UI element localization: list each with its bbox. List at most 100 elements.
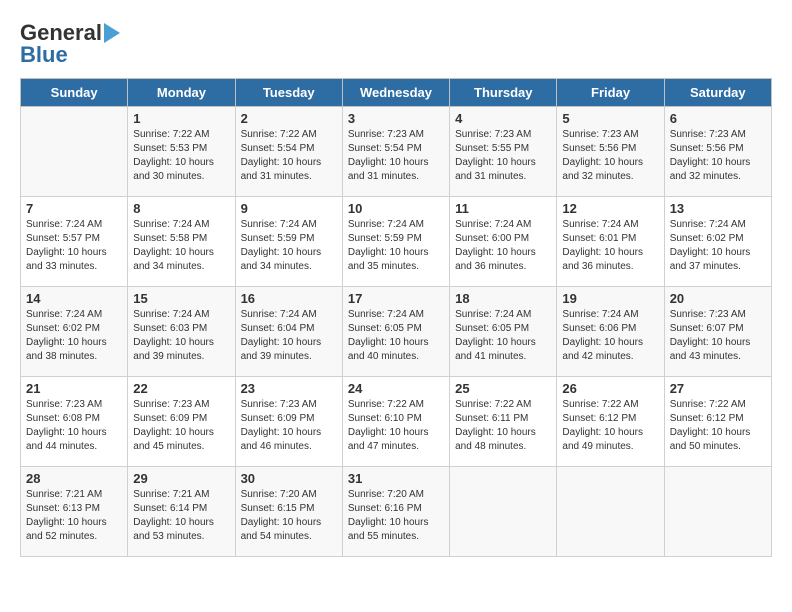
calendar-cell: 6 Sunrise: 7:23 AM Sunset: 5:56 PM Daylig… [664,107,771,197]
day-info: Sunrise: 7:24 AM Sunset: 6:05 PM Dayligh… [455,308,551,364]
day-info: Sunrise: 7:24 AM Sunset: 6:03 PM Dayligh… [133,308,229,364]
day-info: Sunrise: 7:24 AM Sunset: 5:57 PM Dayligh… [26,218,122,274]
day-info: Sunrise: 7:24 AM Sunset: 6:02 PM Dayligh… [26,308,122,364]
day-info: Sunrise: 7:23 AM Sunset: 5:54 PM Dayligh… [348,128,444,184]
week-row-1: 1 Sunrise: 7:22 AM Sunset: 5:53 PM Daylig… [21,107,772,197]
day-info: Sunrise: 7:20 AM Sunset: 6:16 PM Dayligh… [348,488,444,544]
calendar-cell: 21 Sunrise: 7:23 AM Sunset: 6:08 PM Dayli… [21,377,128,467]
day-number: 16 [241,291,337,306]
day-number: 6 [670,111,766,126]
day-number: 23 [241,381,337,396]
day-number: 4 [455,111,551,126]
day-info: Sunrise: 7:22 AM Sunset: 5:53 PM Dayligh… [133,128,229,184]
week-row-3: 14 Sunrise: 7:24 AM Sunset: 6:02 PM Dayli… [21,287,772,377]
day-number: 31 [348,471,444,486]
calendar-cell: 31 Sunrise: 7:20 AM Sunset: 6:16 PM Dayli… [342,467,449,557]
day-info: Sunrise: 7:24 AM Sunset: 6:00 PM Dayligh… [455,218,551,274]
day-info: Sunrise: 7:21 AM Sunset: 6:13 PM Dayligh… [26,488,122,544]
week-row-4: 21 Sunrise: 7:23 AM Sunset: 6:08 PM Dayli… [21,377,772,467]
day-number: 26 [562,381,658,396]
calendar-cell: 2 Sunrise: 7:22 AM Sunset: 5:54 PM Daylig… [235,107,342,197]
calendar-cell [664,467,771,557]
day-info: Sunrise: 7:23 AM Sunset: 5:55 PM Dayligh… [455,128,551,184]
calendar-cell: 20Sunrise: 7:23 AM Sunset: 6:07 PM Dayli… [664,287,771,377]
day-header-monday: Monday [128,79,235,107]
calendar-cell: 19 Sunrise: 7:24 AM Sunset: 6:06 PM Dayli… [557,287,664,377]
calendar-cell: 8 Sunrise: 7:24 AM Sunset: 5:58 PM Daylig… [128,197,235,287]
calendar-cell [557,467,664,557]
days-header-row: SundayMondayTuesdayWednesdayThursdayFrid… [21,79,772,107]
calendar-cell [21,107,128,197]
day-number: 1 [133,111,229,126]
calendar-cell: 13Sunrise: 7:24 AM Sunset: 6:02 PM Dayli… [664,197,771,287]
day-info: Sunrise: 7:21 AM Sunset: 6:14 PM Dayligh… [133,488,229,544]
calendar-cell: 28Sunrise: 7:21 AM Sunset: 6:13 PM Dayli… [21,467,128,557]
day-number: 30 [241,471,337,486]
week-row-5: 28Sunrise: 7:21 AM Sunset: 6:13 PM Dayli… [21,467,772,557]
day-info: Sunrise: 7:23 AM Sunset: 5:56 PM Dayligh… [670,128,766,184]
day-number: 18 [455,291,551,306]
day-header-tuesday: Tuesday [235,79,342,107]
day-number: 29 [133,471,229,486]
day-info: Sunrise: 7:22 AM Sunset: 6:11 PM Dayligh… [455,398,551,454]
logo-blue: Blue [20,42,68,68]
day-number: 21 [26,381,122,396]
day-header-friday: Friday [557,79,664,107]
day-info: Sunrise: 7:24 AM Sunset: 5:58 PM Dayligh… [133,218,229,274]
logo-arrow-icon [104,23,120,43]
calendar-cell [450,467,557,557]
day-info: Sunrise: 7:23 AM Sunset: 6:08 PM Dayligh… [26,398,122,454]
day-info: Sunrise: 7:24 AM Sunset: 6:01 PM Dayligh… [562,218,658,274]
day-number: 20 [670,291,766,306]
day-number: 7 [26,201,122,216]
calendar-cell: 3 Sunrise: 7:23 AM Sunset: 5:54 PM Daylig… [342,107,449,197]
calendar-cell: 4 Sunrise: 7:23 AM Sunset: 5:55 PM Daylig… [450,107,557,197]
day-info: Sunrise: 7:22 AM Sunset: 6:12 PM Dayligh… [670,398,766,454]
calendar-cell: 17 Sunrise: 7:24 AM Sunset: 6:05 PM Dayli… [342,287,449,377]
calendar-cell: 1 Sunrise: 7:22 AM Sunset: 5:53 PM Daylig… [128,107,235,197]
calendar-cell: 24Sunrise: 7:22 AM Sunset: 6:10 PM Dayli… [342,377,449,467]
calendar-cell: 29 Sunrise: 7:21 AM Sunset: 6:14 PM Dayli… [128,467,235,557]
day-info: Sunrise: 7:24 AM Sunset: 6:06 PM Dayligh… [562,308,658,364]
day-info: Sunrise: 7:23 AM Sunset: 6:09 PM Dayligh… [133,398,229,454]
logo: General Blue [20,20,120,68]
day-info: Sunrise: 7:20 AM Sunset: 6:15 PM Dayligh… [241,488,337,544]
day-number: 17 [348,291,444,306]
day-header-saturday: Saturday [664,79,771,107]
calendar-cell: 26 Sunrise: 7:22 AM Sunset: 6:12 PM Dayli… [557,377,664,467]
day-number: 19 [562,291,658,306]
day-number: 5 [562,111,658,126]
day-number: 11 [455,201,551,216]
calendar-cell: 30 Sunrise: 7:20 AM Sunset: 6:15 PM Dayli… [235,467,342,557]
day-number: 3 [348,111,444,126]
calendar-cell: 5 Sunrise: 7:23 AM Sunset: 5:56 PM Daylig… [557,107,664,197]
day-header-sunday: Sunday [21,79,128,107]
calendar-cell: 7 Sunrise: 7:24 AM Sunset: 5:57 PM Daylig… [21,197,128,287]
calendar-cell: 14 Sunrise: 7:24 AM Sunset: 6:02 PM Dayli… [21,287,128,377]
day-header-wednesday: Wednesday [342,79,449,107]
day-number: 9 [241,201,337,216]
day-info: Sunrise: 7:22 AM Sunset: 6:12 PM Dayligh… [562,398,658,454]
page-header: General Blue [20,20,772,68]
calendar-cell: 18 Sunrise: 7:24 AM Sunset: 6:05 PM Dayli… [450,287,557,377]
calendar-cell: 27 Sunrise: 7:22 AM Sunset: 6:12 PM Dayli… [664,377,771,467]
day-info: Sunrise: 7:24 AM Sunset: 6:05 PM Dayligh… [348,308,444,364]
day-info: Sunrise: 7:24 AM Sunset: 5:59 PM Dayligh… [241,218,337,274]
calendar-cell: 16 Sunrise: 7:24 AM Sunset: 6:04 PM Dayli… [235,287,342,377]
day-info: Sunrise: 7:24 AM Sunset: 6:04 PM Dayligh… [241,308,337,364]
day-number: 10 [348,201,444,216]
calendar-cell: 15Sunrise: 7:24 AM Sunset: 6:03 PM Dayli… [128,287,235,377]
day-info: Sunrise: 7:22 AM Sunset: 5:54 PM Dayligh… [241,128,337,184]
day-number: 8 [133,201,229,216]
day-number: 27 [670,381,766,396]
day-number: 12 [562,201,658,216]
day-info: Sunrise: 7:24 AM Sunset: 5:59 PM Dayligh… [348,218,444,274]
calendar-cell: 10 Sunrise: 7:24 AM Sunset: 5:59 PM Dayli… [342,197,449,287]
day-info: Sunrise: 7:23 AM Sunset: 5:56 PM Dayligh… [562,128,658,184]
day-number: 13 [670,201,766,216]
calendar-table: SundayMondayTuesdayWednesdayThursdayFrid… [20,78,772,557]
day-number: 2 [241,111,337,126]
calendar-cell: 25Sunrise: 7:22 AM Sunset: 6:11 PM Dayli… [450,377,557,467]
day-info: Sunrise: 7:22 AM Sunset: 6:10 PM Dayligh… [348,398,444,454]
day-number: 14 [26,291,122,306]
